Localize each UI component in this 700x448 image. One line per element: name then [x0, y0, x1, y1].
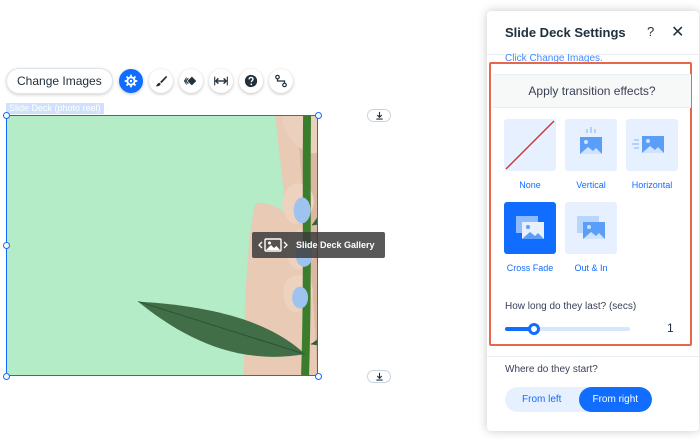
component-name-label: Slide Deck (photo reel) — [6, 103, 104, 114]
panel-header: Slide Deck Settings ? ✕ — [487, 11, 699, 55]
transition-horizontal-label: Horizontal — [631, 180, 673, 190]
none-slash-icon — [505, 120, 555, 170]
from-right-option[interactable]: From right — [578, 387, 652, 412]
transition-cross-fade-tile[interactable] — [504, 202, 556, 254]
duration-slider[interactable] — [505, 323, 630, 335]
panel-title: Slide Deck Settings — [505, 25, 626, 40]
transition-none-label: None — [519, 180, 541, 190]
gallery-badge-label: Slide Deck Gallery — [296, 240, 375, 250]
resize-handle-top[interactable] — [315, 112, 322, 119]
transition-section-header: Apply transition effects? — [493, 74, 691, 108]
start-direction-label: Where do they start? — [505, 364, 598, 375]
help-button[interactable] — [238, 69, 263, 93]
duration-slider-thumb[interactable] — [528, 323, 540, 335]
animation-icon — [183, 76, 196, 86]
settings-button[interactable] — [118, 69, 143, 93]
panel-close-button[interactable]: ✕ — [671, 22, 684, 42]
transition-vertical-label: Vertical — [576, 180, 606, 190]
transition-none-tile[interactable] — [504, 119, 556, 171]
transition-out-in-label: Out & In — [574, 263, 608, 273]
connect-button[interactable] — [268, 69, 293, 93]
out-in-icon — [577, 216, 605, 239]
panel-help-button[interactable]: ? — [647, 24, 654, 39]
transition-horizontal-tile[interactable] — [626, 119, 678, 171]
gallery-badge: Slide Deck Gallery — [252, 232, 385, 258]
connect-icon — [274, 74, 287, 88]
stretch-icon — [213, 76, 228, 86]
vertical-transition-icon — [580, 127, 602, 154]
stretch-down-button-bottom[interactable] — [367, 370, 391, 383]
component-toolbar: Change Images — [6, 68, 293, 94]
cross-fade-icon — [516, 216, 544, 239]
transition-cross-fade-label: Cross Fade — [506, 263, 554, 273]
resize-handle-bottom[interactable] — [315, 373, 322, 380]
stretch-down-button-top[interactable] — [367, 109, 391, 122]
change-images-button[interactable]: Change Images — [6, 68, 113, 94]
transition-heading: Apply transition effects? — [528, 84, 656, 98]
duration-value: 1 — [667, 321, 674, 335]
stretch-button[interactable] — [208, 69, 233, 93]
slide-deck-settings-panel: Slide Deck Settings ? ✕ Click Change Ima… — [487, 11, 699, 431]
horizontal-transition-icon — [632, 136, 664, 153]
help-icon — [244, 74, 257, 88]
download-icon — [375, 111, 383, 120]
brush-icon — [155, 75, 167, 87]
start-direction-toggle: From left From right — [505, 387, 652, 412]
transition-vertical-tile[interactable] — [565, 119, 617, 171]
gear-icon — [124, 74, 138, 88]
resize-handle-top-left[interactable] — [3, 112, 10, 119]
resize-handle-bottom-left[interactable] — [3, 373, 10, 380]
download-icon — [375, 372, 383, 381]
transition-out-in-tile[interactable] — [565, 202, 617, 254]
animation-button[interactable] — [178, 69, 203, 93]
divider — [487, 356, 699, 357]
design-button[interactable] — [148, 69, 173, 93]
from-left-option[interactable]: From left — [505, 387, 579, 412]
image-arrows-icon — [258, 236, 288, 254]
resize-handle-left[interactable] — [3, 242, 10, 249]
editor-canvas: Change Images Slide Deck (photo reel) Sl… — [0, 0, 700, 448]
duration-label: How long do they last? (secs) — [505, 301, 637, 312]
